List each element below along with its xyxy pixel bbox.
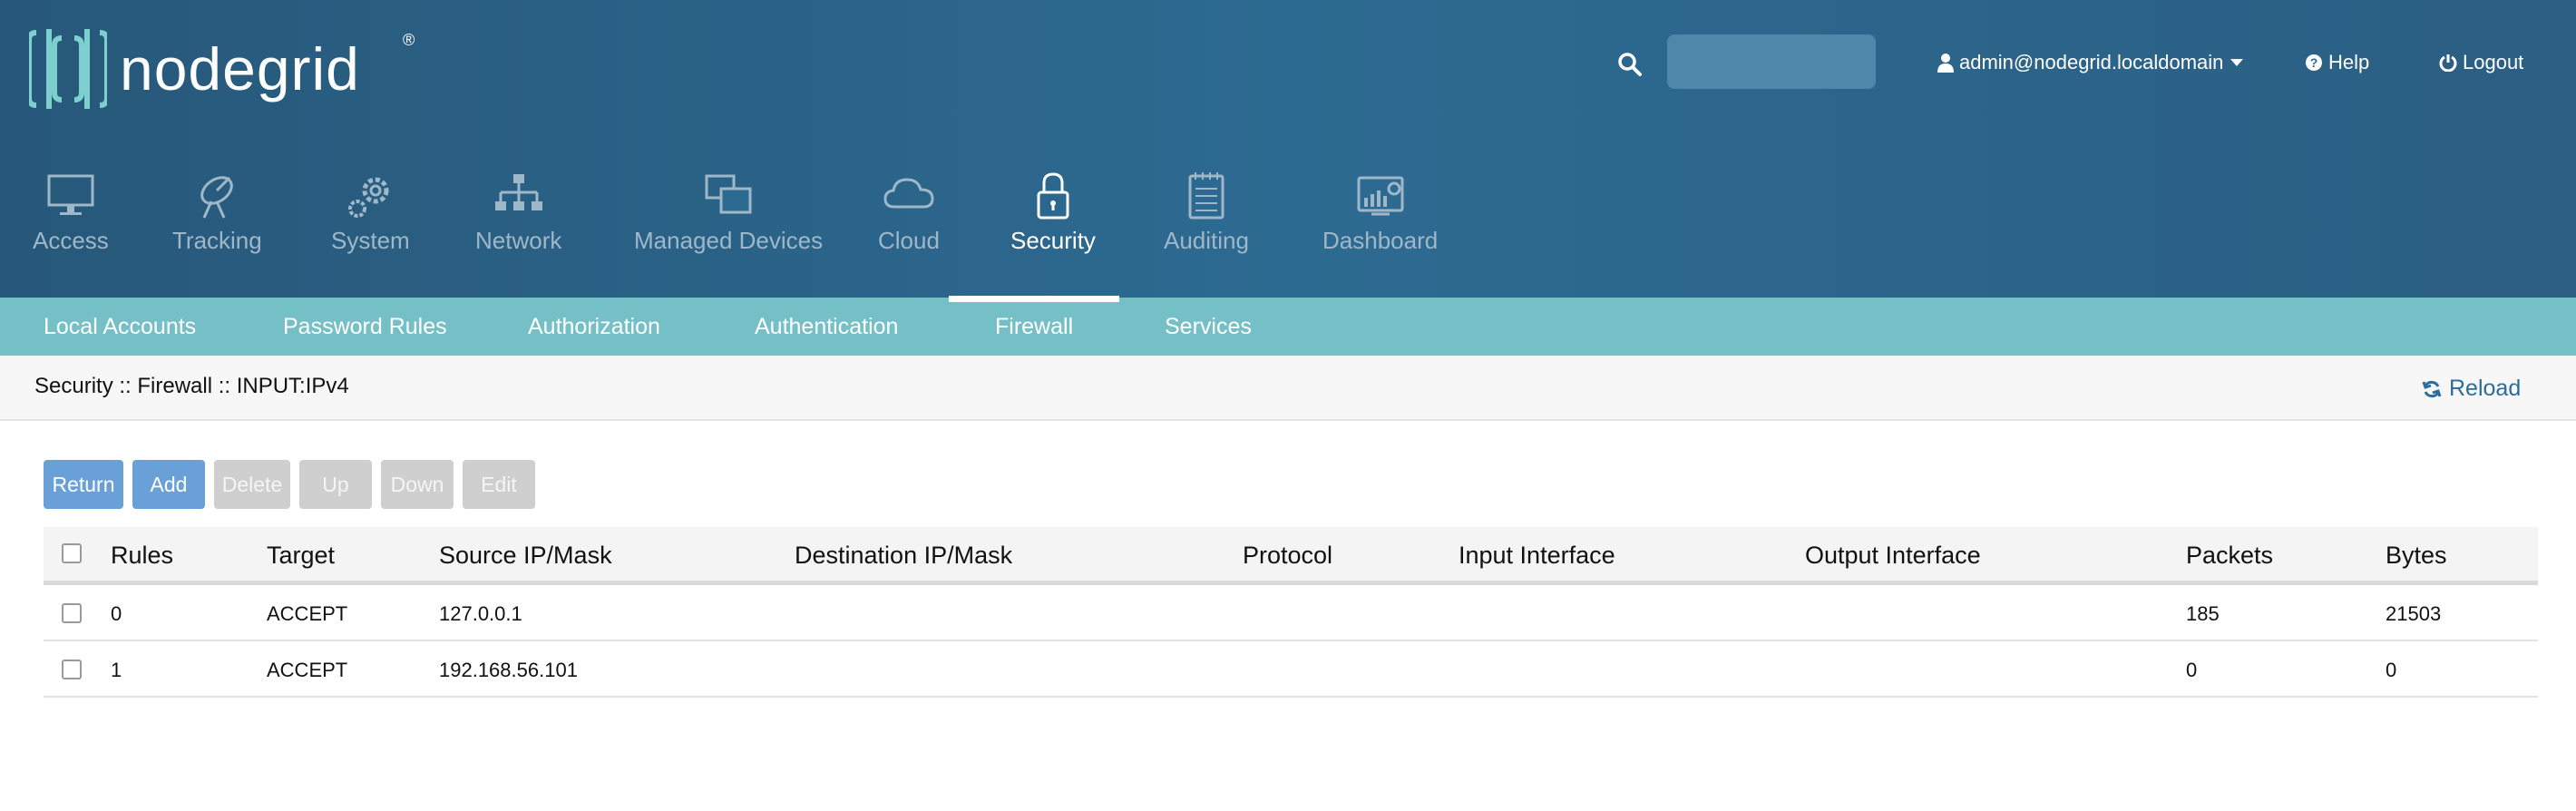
refresh-icon <box>2422 380 2442 397</box>
cell-rule: 0 <box>111 602 122 625</box>
down-button[interactable]: Down <box>381 460 454 509</box>
nav-label: Network <box>475 227 562 254</box>
breadcrumb: Security :: Firewall :: INPUT:IPv4 <box>34 374 349 398</box>
table-row[interactable]: 0 ACCEPT 127.0.0.1 185 21503 <box>44 585 2538 641</box>
delete-button[interactable]: Delete <box>214 460 290 509</box>
search-input[interactable] <box>1667 34 1876 89</box>
user-icon <box>1937 54 1954 73</box>
nav-label: Dashboard <box>1322 227 1439 254</box>
help-label: Help <box>2328 51 2370 73</box>
column-header-source[interactable]: Source IP/Mask <box>439 542 612 570</box>
return-button[interactable]: Return <box>44 460 123 509</box>
nav-label: System <box>331 227 410 254</box>
lock-icon <box>1037 172 1069 220</box>
registered-mark: ® <box>403 31 415 49</box>
table-row[interactable]: 1 ACCEPT 192.168.56.101 0 0 <box>44 641 2538 698</box>
column-header-protocol[interactable]: Protocol <box>1243 542 1332 570</box>
nav-network[interactable]: Network <box>475 171 561 255</box>
cell-source: 127.0.0.1 <box>439 602 522 625</box>
nav-tracking[interactable]: Tracking <box>172 171 262 255</box>
dashboard-chart-icon <box>1357 176 1404 216</box>
caret-down-icon <box>2230 59 2244 66</box>
subnav-firewall[interactable]: Firewall <box>995 298 1073 356</box>
firewall-rules-table: Rules Target Source IP/Mask Destination … <box>44 527 2538 698</box>
nav-managed-devices[interactable]: Managed Devices <box>634 171 823 255</box>
row-checkbox[interactable] <box>62 603 82 623</box>
select-all-checkbox[interactable] <box>62 543 82 563</box>
nav-label: Managed Devices <box>634 227 824 254</box>
nav-label: Security <box>1010 227 1096 254</box>
column-header-destination[interactable]: Destination IP/Mask <box>795 542 1012 570</box>
subnav-authentication[interactable]: Authentication <box>755 298 898 356</box>
table-header: Rules Target Source IP/Mask Destination … <box>44 527 2538 585</box>
logout-link[interactable]: Logout <box>2439 51 2523 74</box>
subnav-active-indicator <box>949 296 1119 302</box>
cell-packets: 185 <box>2186 602 2220 625</box>
cell-target: ACCEPT <box>267 659 348 681</box>
windows-icon <box>705 174 752 214</box>
column-header-output-interface[interactable]: Output Interface <box>1805 542 1981 570</box>
nav-auditing[interactable]: Auditing <box>1164 171 1249 255</box>
monitor-icon <box>47 174 94 215</box>
help-icon: ? <box>2306 54 2322 71</box>
nav-security[interactable]: Security <box>1010 171 1096 255</box>
nav-cloud[interactable]: Cloud <box>878 171 940 255</box>
column-header-target[interactable]: Target <box>267 542 335 570</box>
cloud-icon <box>883 178 934 209</box>
subnav-password-rules[interactable]: Password Rules <box>283 298 447 356</box>
svg-text:?: ? <box>2310 55 2318 70</box>
sub-nav: Local Accounts Password Rules Authorizat… <box>0 298 2576 356</box>
column-header-bytes[interactable]: Bytes <box>2386 542 2447 570</box>
nodegrid-logo[interactable]: nodegrid ® <box>29 24 415 114</box>
nav-system[interactable]: System <box>331 171 410 255</box>
cell-target: ACCEPT <box>267 602 348 625</box>
subnav-local-accounts[interactable]: Local Accounts <box>44 298 196 356</box>
logout-label: Logout <box>2463 51 2524 73</box>
cell-packets: 0 <box>2186 659 2198 681</box>
nav-label: Cloud <box>878 227 940 254</box>
user-menu[interactable]: admin@nodegrid.localdomain <box>1937 51 2250 74</box>
nav-label: Tracking <box>172 227 262 254</box>
column-header-packets[interactable]: Packets <box>2186 542 2273 570</box>
network-tree-icon <box>494 174 542 210</box>
gears-icon <box>348 177 389 218</box>
nav-label: Auditing <box>1164 227 1249 254</box>
subnav-services[interactable]: Services <box>1165 298 1252 356</box>
row-checkbox[interactable] <box>62 660 82 679</box>
column-header-rules[interactable]: Rules <box>111 542 173 570</box>
up-button[interactable]: Up <box>299 460 372 509</box>
nav-dashboard[interactable]: Dashboard <box>1322 171 1438 255</box>
power-icon <box>2439 54 2457 72</box>
notepad-icon <box>1188 172 1225 220</box>
reload-label: Reload <box>2449 376 2522 401</box>
column-header-input-interface[interactable]: Input Interface <box>1459 542 1615 570</box>
satellite-dish-icon <box>200 176 234 219</box>
cell-rule: 1 <box>111 659 122 681</box>
user-label: admin@nodegrid.localdomain <box>1959 51 2224 73</box>
nav-access[interactable]: Access <box>33 171 109 255</box>
logo-text: nodegrid <box>120 35 360 103</box>
breadcrumb-bar: Security :: Firewall :: INPUT:IPv4 Reloa… <box>0 356 2576 421</box>
cell-bytes: 21503 <box>2386 602 2442 625</box>
subnav-authorization[interactable]: Authorization <box>528 298 660 356</box>
nav-label: Access <box>33 227 109 254</box>
cell-bytes: 0 <box>2386 659 2397 681</box>
edit-button[interactable]: Edit <box>463 460 535 509</box>
search-icon[interactable] <box>1616 51 1644 78</box>
nodegrid-logo-icon <box>29 29 107 109</box>
help-link[interactable]: ? Help <box>2305 51 2369 74</box>
cell-source: 192.168.56.101 <box>439 659 578 681</box>
add-button[interactable]: Add <box>132 460 205 509</box>
reload-link[interactable]: Reload <box>2422 376 2521 402</box>
top-header: nodegrid ® admin@nodegrid.localdomain ? … <box>0 0 2576 298</box>
